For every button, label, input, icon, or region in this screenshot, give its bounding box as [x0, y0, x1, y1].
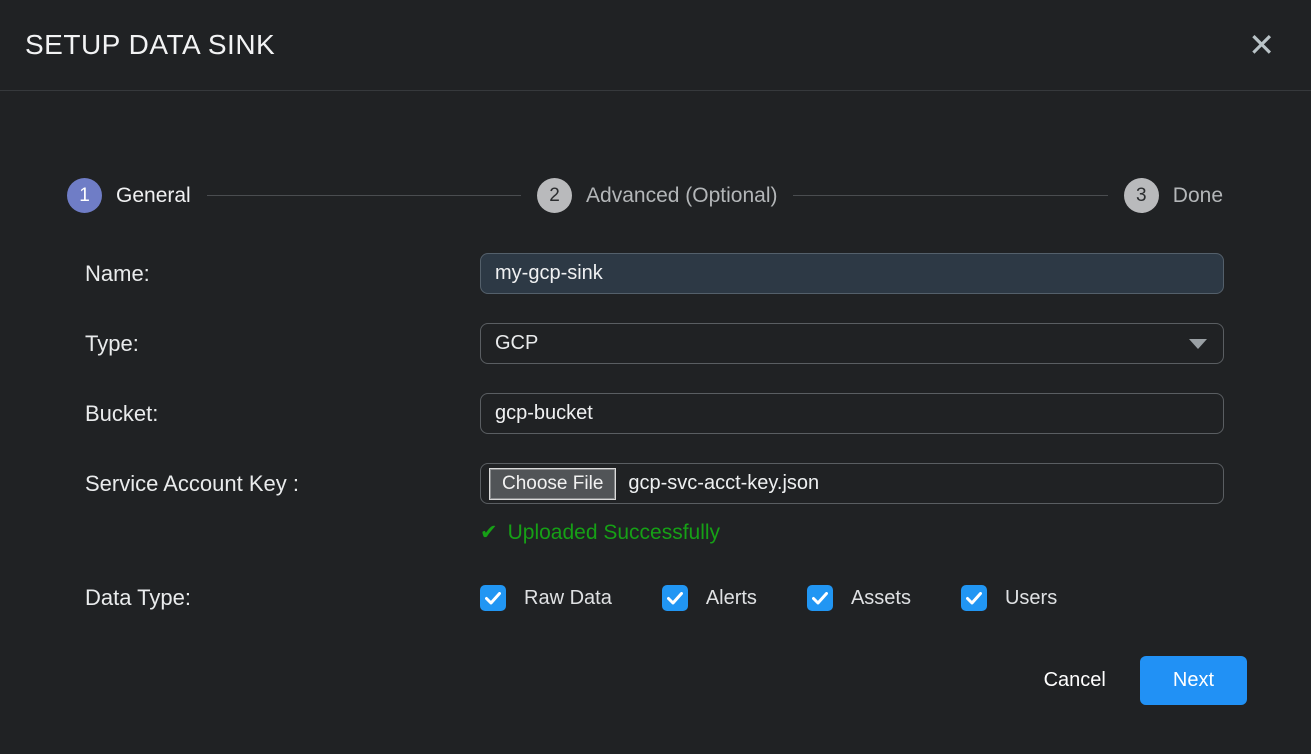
type-select-value: GCP	[495, 332, 538, 355]
name-input[interactable]	[480, 253, 1224, 294]
checkbox-alerts[interactable]: Alerts	[662, 585, 757, 611]
step-number-badge: 1	[67, 178, 102, 213]
check-icon	[812, 592, 828, 605]
checked-checkbox[interactable]	[662, 585, 688, 611]
dialog-footer: Cancel Next	[1036, 656, 1247, 705]
choose-file-button[interactable]: Choose File	[489, 468, 616, 500]
checkbox-label: Alerts	[706, 587, 757, 610]
wizard-stepper: 1 General 2 Advanced (Optional) 3 Done	[67, 178, 1223, 213]
checkbox-label: Users	[1005, 587, 1057, 610]
next-button[interactable]: Next	[1140, 656, 1247, 705]
setup-data-sink-dialog: SETUP DATA SINK ✕ 1 General 2 Advanced (…	[0, 0, 1311, 754]
check-icon	[667, 592, 683, 605]
step-label: General	[116, 184, 191, 208]
check-icon	[485, 592, 501, 605]
data-type-label: Data Type:	[85, 585, 480, 611]
checkbox-raw-data[interactable]: Raw Data	[480, 585, 612, 611]
step-done[interactable]: 3 Done	[1124, 178, 1223, 213]
service-account-key-label: Service Account Key :	[85, 471, 480, 497]
service-account-key-row: Service Account Key : Choose File gcp-sv…	[85, 463, 1224, 504]
checkbox-users[interactable]: Users	[961, 585, 1057, 611]
data-type-options: Raw Data Alerts Assets	[480, 585, 1224, 611]
check-icon: ✔	[480, 520, 498, 545]
name-row: Name:	[85, 253, 1224, 294]
step-label: Done	[1173, 184, 1223, 208]
general-form: Name: Type: GCP Bucket: Service Account …	[0, 253, 1311, 611]
step-connector-line	[793, 195, 1107, 196]
checked-checkbox[interactable]	[807, 585, 833, 611]
upload-status-text: Uploaded Successfully	[508, 521, 720, 545]
checkbox-label: Assets	[851, 587, 911, 610]
cancel-button[interactable]: Cancel	[1036, 663, 1114, 698]
upload-status: ✔ Uploaded Successfully	[480, 520, 1224, 545]
close-icon[interactable]: ✕	[1248, 29, 1275, 61]
name-label: Name:	[85, 261, 480, 287]
dialog-title: SETUP DATA SINK	[25, 29, 275, 61]
dialog-header: SETUP DATA SINK ✕	[0, 0, 1311, 91]
check-icon	[966, 592, 982, 605]
service-account-key-file-input[interactable]: Choose File gcp-svc-acct-key.json	[480, 463, 1224, 504]
checkbox-label: Raw Data	[524, 587, 612, 610]
step-label: Advanced (Optional)	[586, 184, 777, 208]
checkbox-assets[interactable]: Assets	[807, 585, 911, 611]
bucket-label: Bucket:	[85, 401, 480, 427]
data-type-row: Data Type: Raw Data Alerts	[85, 585, 1224, 611]
step-number-badge: 2	[537, 178, 572, 213]
bucket-row: Bucket:	[85, 393, 1224, 434]
checked-checkbox[interactable]	[961, 585, 987, 611]
step-number-badge: 3	[1124, 178, 1159, 213]
type-label: Type:	[85, 331, 480, 357]
step-advanced[interactable]: 2 Advanced (Optional)	[537, 178, 777, 213]
step-connector-line	[207, 195, 521, 196]
bucket-input[interactable]	[480, 393, 1224, 434]
uploaded-file-name: gcp-svc-acct-key.json	[628, 472, 819, 495]
type-select[interactable]: GCP	[480, 323, 1224, 364]
checked-checkbox[interactable]	[480, 585, 506, 611]
step-general[interactable]: 1 General	[67, 178, 191, 213]
chevron-down-icon	[1189, 339, 1207, 349]
type-row: Type: GCP	[85, 323, 1224, 364]
